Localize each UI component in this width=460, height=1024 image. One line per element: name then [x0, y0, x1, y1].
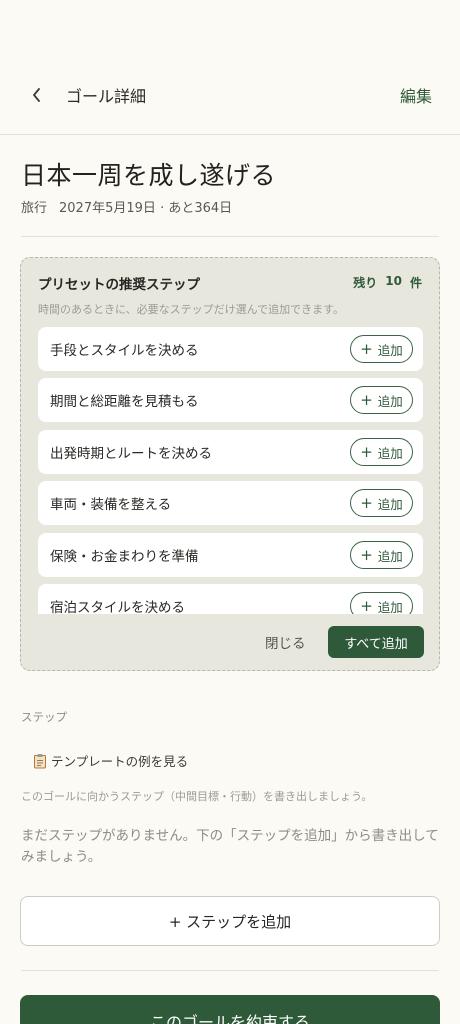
preset-item-label: 宿泊スタイルを決める — [50, 600, 185, 614]
divider — [21, 236, 439, 237]
goal-category: 旅行 — [21, 201, 48, 216]
back-button[interactable] — [22, 80, 52, 110]
add-preset-button[interactable]: + 追加 — [350, 489, 413, 517]
close-button[interactable]: 閉じる — [265, 632, 306, 652]
plus-icon: + — [360, 339, 373, 358]
preset-item: 出発時期とルートを決める + 追加 — [38, 430, 423, 474]
preset-item: 保険・お金まわりを準備 + 追加 — [38, 533, 423, 577]
app-header: ゴール詳細 編集 — [0, 0, 460, 135]
edit-button[interactable]: 編集 — [400, 83, 432, 107]
promise-goal-button[interactable]: このゴールを約束する — [20, 995, 440, 1024]
template-examples-link[interactable]: テンプレートの例を見る — [33, 751, 188, 770]
preset-list[interactable]: 手段とスタイルを決める + 追加 期間と総距離を見積もる + 追加 出発時期とルート… — [38, 327, 423, 614]
preset-item-label: 車両・装備を整える — [50, 497, 172, 513]
add-preset-button[interactable]: + 追加 — [350, 541, 413, 569]
preset-item: 宿泊スタイルを決める + 追加 — [38, 584, 423, 614]
chevron-left-icon — [33, 88, 40, 102]
plus-icon: + — [360, 493, 373, 512]
plus-icon: + — [360, 596, 373, 614]
empty-steps-message: まだステップがありません。下の「ステップを追加」から書き出してみましょう。 — [21, 828, 439, 865]
add-preset-button[interactable]: + 追加 — [350, 335, 413, 363]
preset-steps-card: プリセットの推奨ステップ 残り 10 件 時間のあるときに、必要なステップだけ選… — [20, 257, 440, 671]
goal-meta: 旅行 2027年5月19日 · あと364日 — [21, 197, 232, 216]
add-all-button[interactable]: すべて追加 — [328, 626, 424, 658]
steps-heading: ステップ — [21, 710, 67, 724]
page-title: ゴール詳細 — [66, 87, 147, 106]
preset-item-label: 期間と総距離を見積もる — [50, 394, 199, 410]
add-preset-button[interactable]: + 追加 — [350, 438, 413, 466]
plus-icon: + — [360, 442, 373, 461]
preset-item-label: 保険・お金まわりを準備 — [50, 549, 199, 565]
add-step-button[interactable]: + ステップを追加 — [20, 896, 440, 946]
plus-icon: + — [360, 390, 373, 409]
preset-remaining-count: 残り 10 件 — [353, 274, 422, 290]
clipboard-icon — [34, 753, 46, 768]
preset-item-label: 手段とスタイルを決める — [50, 343, 199, 359]
preset-item-label: 出発時期とルートを決める — [50, 446, 212, 462]
preset-item: 期間と総距離を見積もる + 追加 — [38, 378, 423, 422]
add-preset-button[interactable]: + 追加 — [350, 592, 413, 614]
divider — [21, 970, 439, 971]
preset-item: 車両・装備を整える + 追加 — [38, 481, 423, 525]
steps-hint: このゴールに向かうステップ（中間目標・行動）を書き出しましょう。 — [21, 790, 373, 803]
plus-icon: + — [360, 545, 373, 564]
goal-title: 日本一周を成し遂げる — [21, 161, 277, 190]
preset-description: 時間のあるときに、必要なステップだけ選んで追加できます。 — [38, 303, 345, 316]
preset-title: プリセットの推奨ステップ — [38, 277, 200, 293]
add-preset-button[interactable]: + 追加 — [350, 386, 413, 414]
preset-item: 手段とスタイルを決める + 追加 — [38, 327, 423, 371]
goal-date: 2027年5月19日 · あと364日 — [59, 201, 233, 216]
